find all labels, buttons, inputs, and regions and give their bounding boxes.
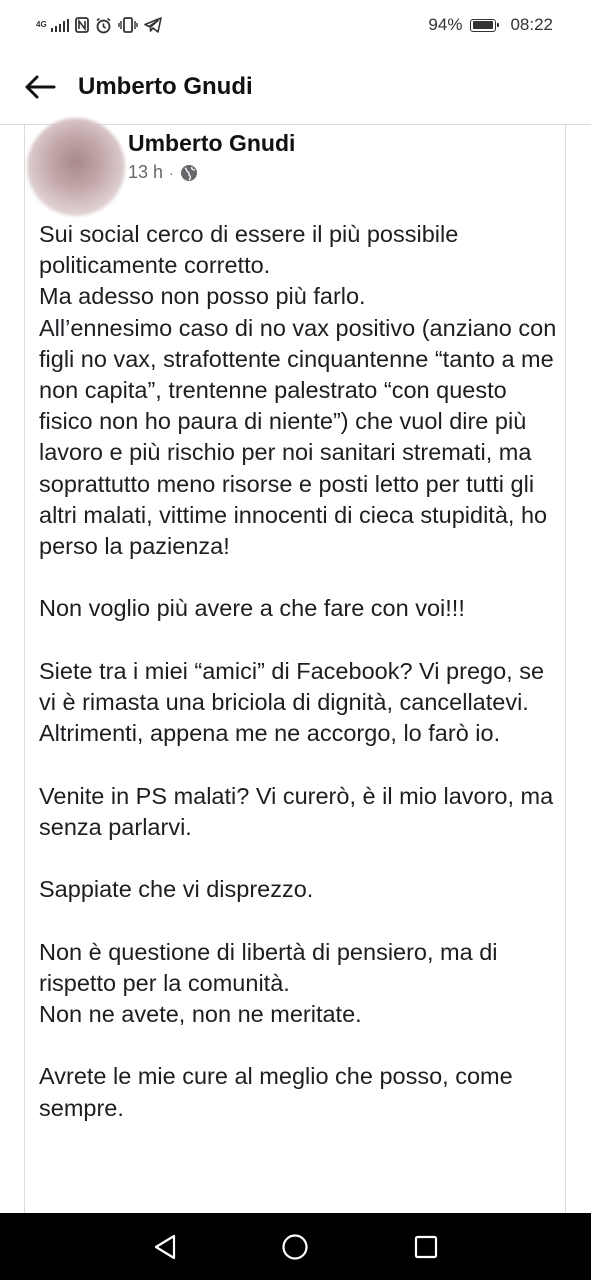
recents-square-icon xyxy=(414,1235,437,1258)
post-paragraph: Siete tra i miei “amici” di Facebook? Vi… xyxy=(39,657,545,747)
post-paragraph: Non voglio più avere a che fare con voi!… xyxy=(39,595,465,622)
clock: 08:22 xyxy=(510,15,553,34)
status-icons-right: 94% 08:22 xyxy=(428,15,553,35)
avatar[interactable] xyxy=(27,118,125,216)
post-paragraph: Sui social cerco di essere il più possib… xyxy=(39,221,557,560)
battery-icon xyxy=(470,18,500,32)
battery-percent: 94% xyxy=(428,15,463,34)
page-title: Umberto Gnudi xyxy=(78,73,253,100)
nfc-icon xyxy=(75,17,90,33)
post-body: Sui social cerco di essere il più possib… xyxy=(39,219,559,1155)
alarm-icon xyxy=(96,17,111,33)
post-paragraph: Avrete le mie cure al meglio che posso, … xyxy=(39,1063,513,1121)
telegram-icon xyxy=(144,17,162,33)
network-type-label: 4G xyxy=(36,20,47,29)
post-author[interactable]: Umberto Gnudi xyxy=(128,130,295,157)
globe-icon xyxy=(180,164,197,181)
signal-icon xyxy=(50,18,70,32)
app-header: Umberto Gnudi xyxy=(0,50,591,125)
post-paragraph: Venite in PS malati? Vi curerò, è il mio… xyxy=(39,782,554,840)
post-paragraph: Sappiate che vi disprezzo. xyxy=(39,876,314,903)
back-button[interactable] xyxy=(20,67,60,107)
meta-separator: · xyxy=(169,164,174,181)
vibrate-icon xyxy=(118,17,138,33)
post-card: Umberto Gnudi 13 h · Sui social cerco di… xyxy=(24,118,566,1213)
system-nav-bar xyxy=(0,1213,591,1280)
back-arrow-icon xyxy=(25,75,56,99)
nav-back-button[interactable] xyxy=(145,1227,185,1267)
status-icons-left: 4G xyxy=(36,17,162,34)
post-paragraph: Non è questione di libertà di pensiero, … xyxy=(39,938,498,1027)
back-triangle-icon xyxy=(155,1234,176,1259)
post-meta: 13 h · xyxy=(128,162,198,183)
home-circle-icon xyxy=(282,1233,309,1260)
nav-home-button[interactable] xyxy=(275,1227,315,1267)
status-bar: 4G 94% 08:22 xyxy=(0,0,591,50)
nav-recents-button[interactable] xyxy=(406,1227,446,1267)
post-time[interactable]: 13 h xyxy=(128,162,163,183)
